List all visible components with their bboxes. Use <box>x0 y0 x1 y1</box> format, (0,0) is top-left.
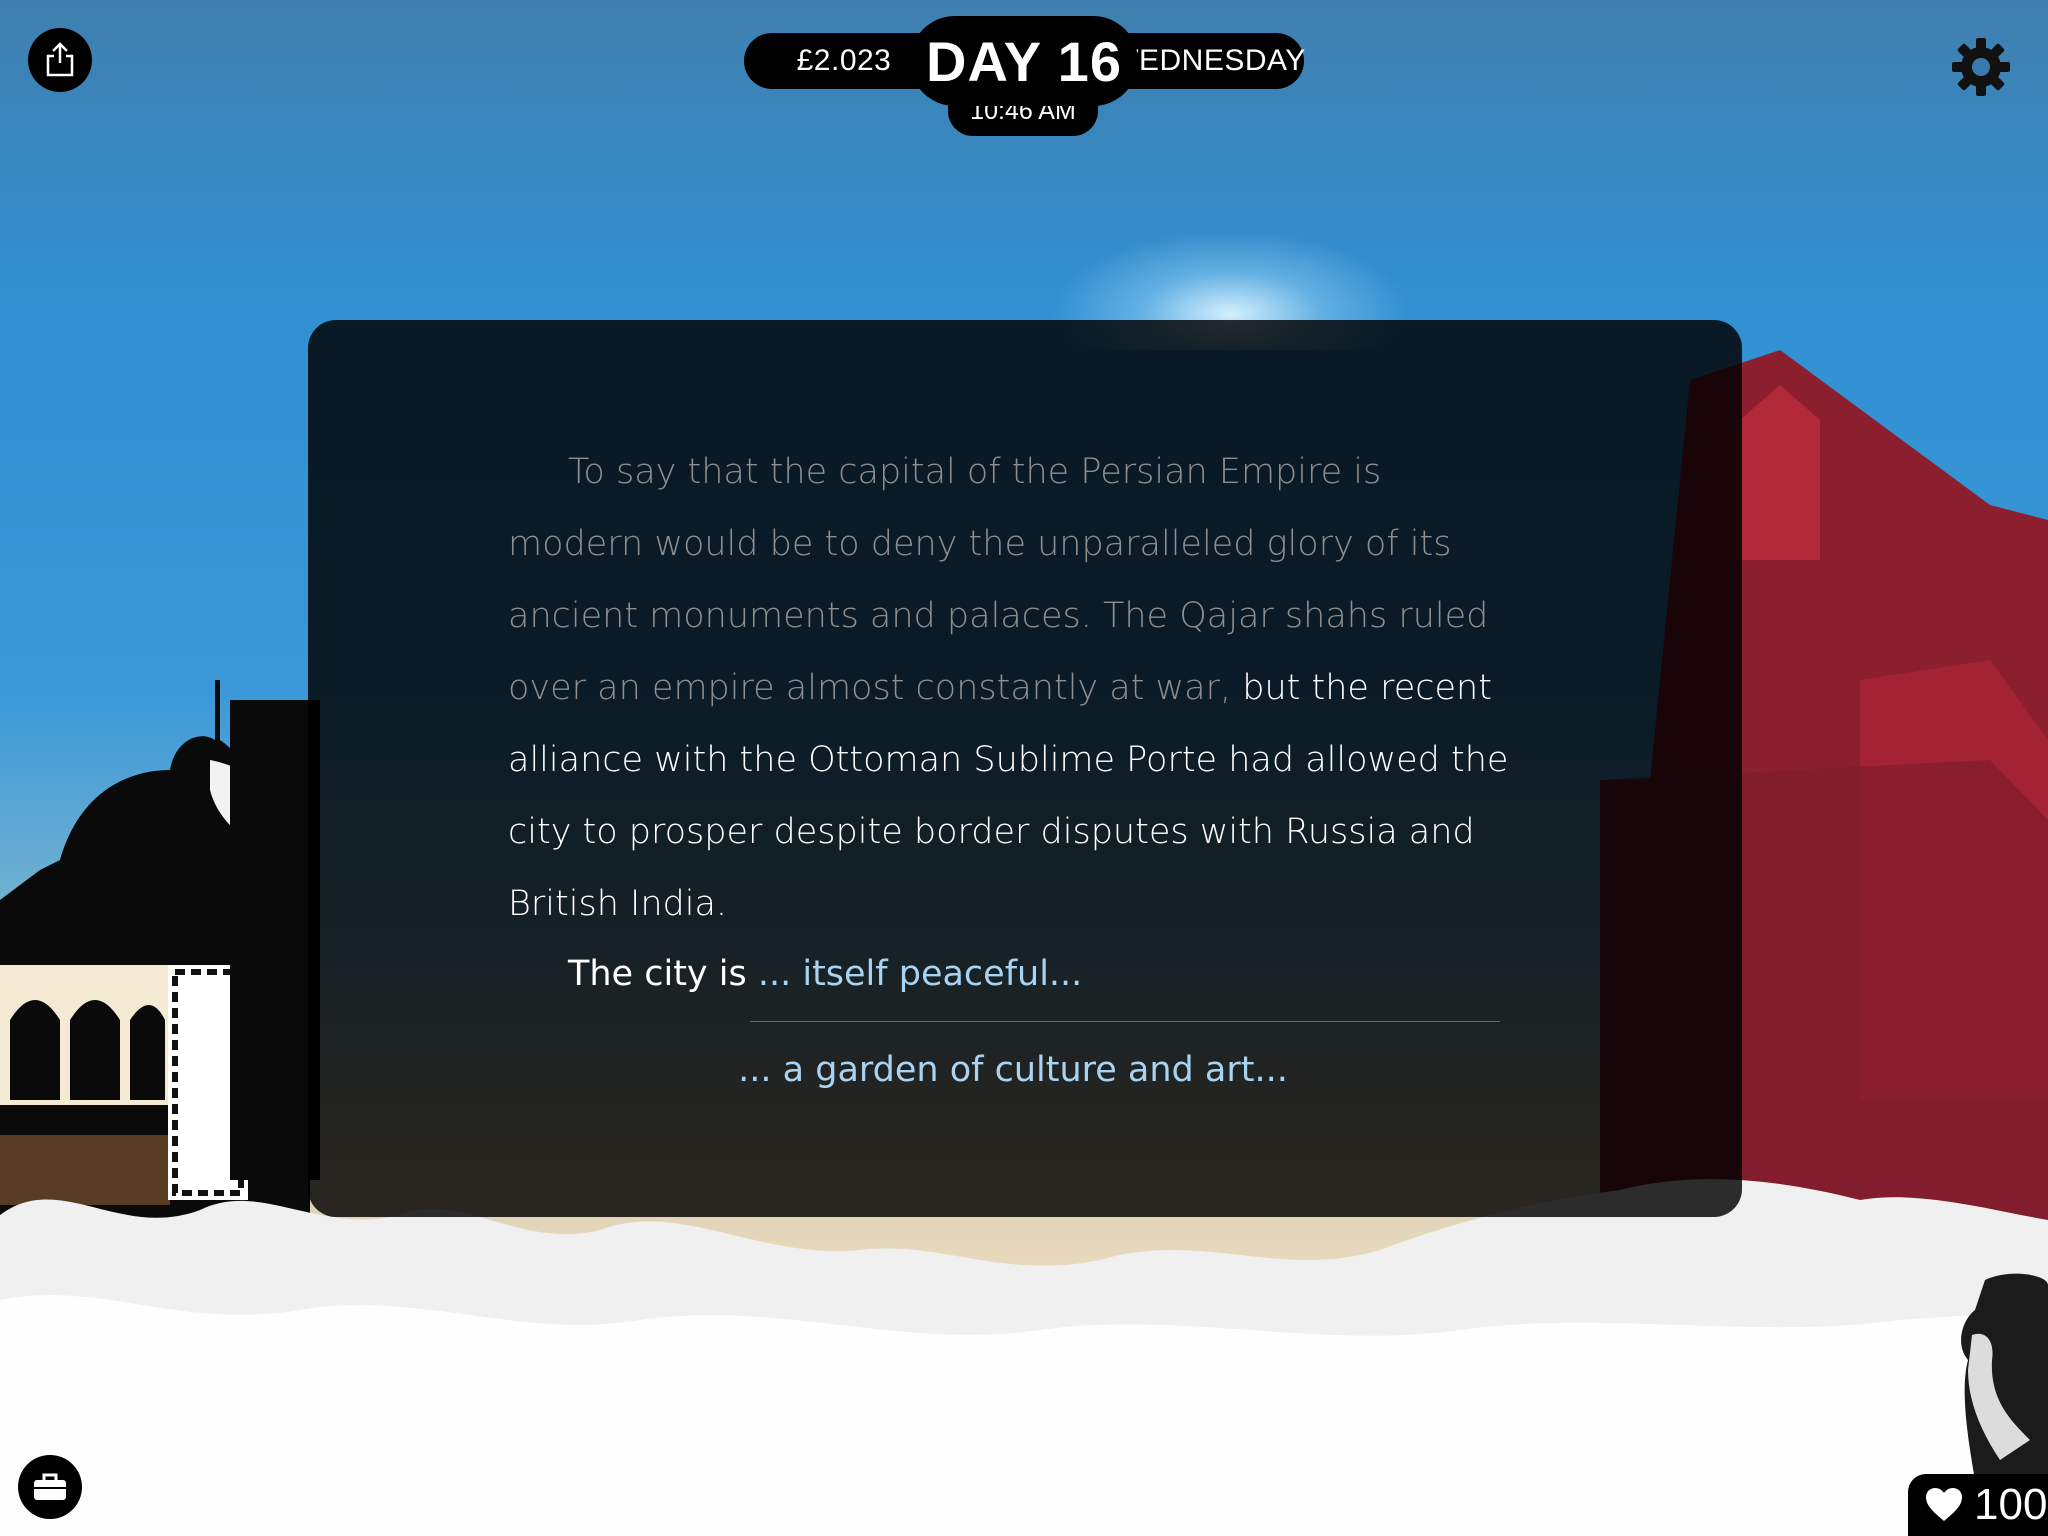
top-hud: £2.023 WEDNESDAY 10:46 AM DAY 16 <box>0 16 2048 146</box>
health-value: 100 <box>1974 1480 2048 1529</box>
choice-divider <box>750 1021 1500 1022</box>
inventory-button[interactable] <box>18 1455 82 1519</box>
tower-window <box>1740 385 1820 560</box>
choice-option-peaceful[interactable]: ... itself peaceful... <box>758 954 1082 994</box>
briefcase-icon <box>34 1473 66 1500</box>
share-icon <box>46 42 74 77</box>
story-paragraph: To say that the capital of the Persian E… <box>508 436 1518 940</box>
settings-button[interactable] <box>1950 36 2012 98</box>
choice-option-garden[interactable]: ... a garden of culture and art... <box>508 1042 1518 1098</box>
choice-line: The city is ... itself peaceful... <box>508 946 1518 1002</box>
story-text: To say that the capital of the Persian E… <box>508 436 1518 940</box>
gear-icon <box>1952 38 2010 96</box>
day-counter: DAY 16 <box>910 16 1138 106</box>
weekday-display: WEDNESDAY <box>1110 33 1305 89</box>
share-button[interactable] <box>28 28 92 92</box>
heart-icon <box>1926 1488 1962 1521</box>
choice-prompt: The city is <box>568 954 758 994</box>
health-indicator: 100 <box>1908 1474 2048 1536</box>
